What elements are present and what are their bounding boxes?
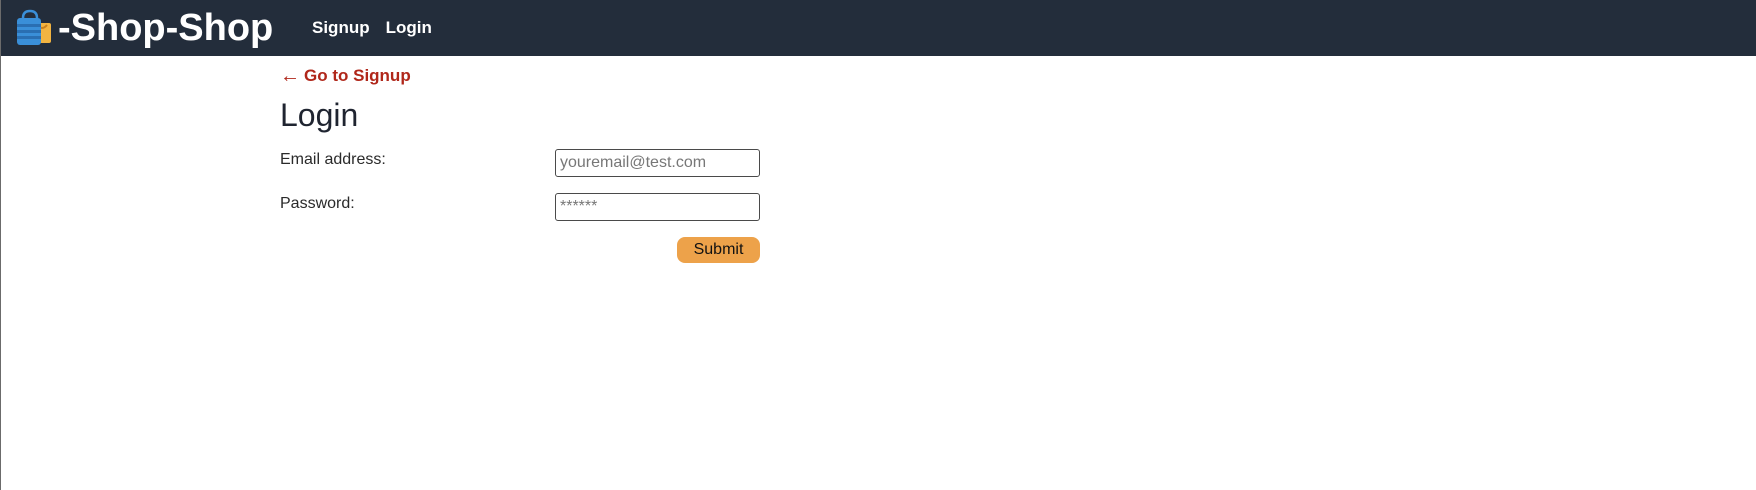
nav-login-link[interactable]: Login xyxy=(386,18,432,38)
brand-home-link[interactable]: -Shop-Shop xyxy=(15,9,273,47)
main-nav: Signup Login xyxy=(312,18,432,38)
email-row: Email address: xyxy=(280,149,760,179)
nav-signup-link[interactable]: Signup xyxy=(312,18,370,38)
navbar: -Shop-Shop Signup Login xyxy=(1,0,1756,56)
arrow-left-icon: ← xyxy=(280,65,300,87)
password-row: Password: xyxy=(280,193,760,223)
submit-button[interactable]: Submit xyxy=(677,237,760,263)
go-to-signup-link[interactable]: ← Go to Signup xyxy=(280,64,411,88)
password-input[interactable] xyxy=(555,193,760,221)
shopping-bags-icon xyxy=(15,9,55,47)
email-label: Email address: xyxy=(280,151,386,168)
page: -Shop-Shop Signup Login ← Go to Signup L… xyxy=(0,0,1756,490)
login-container: ← Go to Signup Login Email address: Pass… xyxy=(280,64,760,265)
brand-name: -Shop-Shop xyxy=(58,7,274,49)
submit-row: Submit xyxy=(280,237,760,265)
password-label: Password: xyxy=(280,195,355,212)
page-title: Login xyxy=(280,97,359,133)
email-input[interactable] xyxy=(555,149,760,177)
go-to-signup-label: Go to Signup xyxy=(304,66,411,85)
login-form: Email address: Password: Submit xyxy=(280,149,760,265)
